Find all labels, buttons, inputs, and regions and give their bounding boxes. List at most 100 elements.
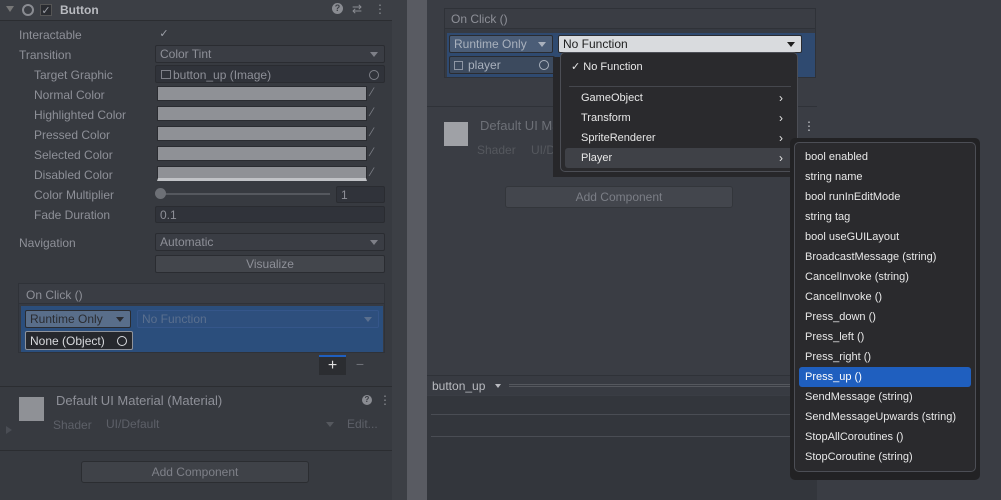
interactable-checkbox[interactable]: ✓ bbox=[158, 28, 170, 40]
eyedropper-icon[interactable]: ⁄ bbox=[371, 105, 373, 119]
submenu-item[interactable]: bool enabled bbox=[799, 147, 971, 167]
submenu-item-label: string name bbox=[805, 171, 863, 183]
add-component-button[interactable]: Add Component bbox=[505, 186, 733, 208]
onclick-entry-row[interactable]: Runtime Only No Function None (Object) bbox=[21, 306, 383, 352]
menu-item-gameobject[interactable]: GameObject › bbox=[565, 88, 793, 108]
component-header[interactable]: ✓ Button ? ⇄ ⋮ bbox=[0, 0, 392, 21]
submenu-item[interactable]: string tag bbox=[799, 207, 971, 227]
submenu-item[interactable]: Press_down () bbox=[799, 307, 971, 327]
function-dropdown[interactable]: No Function bbox=[558, 35, 802, 53]
object-picker-icon[interactable] bbox=[539, 60, 549, 70]
submenu-item-selected[interactable]: Press_up () bbox=[799, 367, 971, 387]
object-field[interactable]: None (Object) bbox=[25, 331, 133, 350]
menu-item-label: Transform bbox=[581, 112, 631, 124]
highlighted-color-label: Highlighted Color bbox=[34, 108, 127, 122]
pressed-color-swatch[interactable] bbox=[157, 126, 367, 141]
eyedropper-icon[interactable]: ⁄ bbox=[371, 125, 373, 139]
submenu-item[interactable]: CancelInvoke (string) bbox=[799, 267, 971, 287]
submenu-item-label: CancelInvoke (string) bbox=[805, 271, 909, 283]
submenu-item[interactable]: Press_right () bbox=[799, 347, 971, 367]
fade-duration-field[interactable]: 0.1 bbox=[155, 206, 385, 223]
submenu-item-label: Press_left () bbox=[805, 331, 865, 343]
submenu-item[interactable]: bool useGUILayout bbox=[799, 227, 971, 247]
kebab-menu-icon[interactable]: ⋮ bbox=[374, 2, 386, 16]
submenu-item[interactable]: BroadcastMessage (string) bbox=[799, 247, 971, 267]
edit-shader-button[interactable]: Edit... bbox=[343, 415, 385, 433]
material-thumbnail bbox=[444, 122, 468, 146]
submenu-item[interactable]: Press_left () bbox=[799, 327, 971, 347]
section-divider bbox=[0, 386, 392, 387]
component-enabled-checkbox[interactable]: ✓ bbox=[40, 4, 52, 17]
presets-icon[interactable]: ⇄ bbox=[352, 2, 362, 16]
menu-item-transform[interactable]: Transform › bbox=[565, 108, 793, 128]
color-multiplier-field[interactable]: 1 bbox=[336, 186, 385, 203]
panel-splitter[interactable] bbox=[407, 0, 427, 500]
runtime-dropdown[interactable]: Runtime Only bbox=[449, 35, 553, 53]
object-value: player bbox=[468, 58, 501, 72]
color-multiplier-slider-thumb[interactable] bbox=[155, 188, 166, 199]
submenu-item[interactable]: StopAllCoroutines () bbox=[799, 427, 971, 447]
add-component-label: Add Component bbox=[151, 465, 239, 479]
runtime-dropdown[interactable]: Runtime Only bbox=[25, 310, 131, 328]
object-picker-icon[interactable] bbox=[369, 70, 379, 80]
function-value: No Function bbox=[142, 312, 207, 326]
add-event-button[interactable]: + bbox=[319, 355, 346, 375]
runtime-value: Runtime Only bbox=[30, 312, 103, 326]
submenu-item[interactable]: StopCoroutine (string) bbox=[799, 447, 971, 467]
target-graphic-field[interactable]: button_up (Image) bbox=[155, 65, 385, 83]
transition-dropdown[interactable]: Color Tint bbox=[155, 45, 385, 63]
submenu-item[interactable]: SendMessageUpwards (string) bbox=[799, 407, 971, 427]
visualize-button[interactable]: Visualize bbox=[155, 255, 385, 273]
object-picker-icon[interactable] bbox=[117, 336, 127, 346]
submenu-item-label: StopAllCoroutines () bbox=[805, 431, 904, 443]
target-graphic-value: button_up (Image) bbox=[173, 68, 272, 82]
navigation-dropdown[interactable]: Automatic bbox=[155, 233, 385, 251]
foldout-arrow-icon[interactable] bbox=[6, 426, 12, 434]
submenu-item[interactable]: CancelInvoke () bbox=[799, 287, 971, 307]
preview-area bbox=[427, 396, 817, 500]
material-thumbnail bbox=[19, 397, 44, 421]
chevron-right-icon: › bbox=[779, 91, 783, 105]
eyedropper-icon[interactable]: ⁄ bbox=[371, 145, 373, 159]
navigation-label: Navigation bbox=[19, 236, 76, 250]
kebab-menu-icon[interactable]: ⋮ bbox=[379, 393, 391, 407]
disabled-color-swatch[interactable] bbox=[157, 166, 367, 181]
object-field[interactable]: player bbox=[449, 56, 555, 74]
remove-event-button[interactable]: − bbox=[348, 355, 372, 375]
submenu-item[interactable]: string name bbox=[799, 167, 971, 187]
shader-value: UI/Default bbox=[106, 417, 160, 431]
submenu-item[interactable]: bool runInEditMode bbox=[799, 187, 971, 207]
preview-drag-handle[interactable] bbox=[509, 384, 799, 387]
interactable-label: Interactable bbox=[19, 28, 82, 42]
selected-color-label: Selected Color bbox=[34, 148, 113, 162]
edit-shader-label: Edit... bbox=[347, 417, 378, 431]
normal-color-swatch[interactable] bbox=[157, 86, 367, 101]
component-icon bbox=[22, 4, 34, 16]
help-icon[interactable]: ? bbox=[332, 3, 343, 14]
help-icon[interactable]: ? bbox=[362, 395, 372, 405]
submenu-item[interactable]: SendMessage (string) bbox=[799, 387, 971, 407]
preview-title[interactable]: button_up bbox=[432, 379, 485, 393]
dropdown-arrow-icon bbox=[495, 384, 501, 388]
material-title: Default UI Ma bbox=[480, 118, 560, 133]
inspector-left: ✓ Button ? ⇄ ⋮ Interactable ✓ Transition… bbox=[0, 0, 392, 500]
eyedropper-icon[interactable]: ⁄ bbox=[371, 165, 373, 179]
gameobject-icon bbox=[454, 61, 463, 70]
kebab-menu-icon[interactable]: ⋮ bbox=[803, 119, 815, 133]
foldout-arrow-icon[interactable] bbox=[6, 6, 14, 12]
menu-item-spriterenderer[interactable]: SpriteRenderer › bbox=[565, 128, 793, 148]
submenu-item-label: bool useGUILayout bbox=[805, 231, 900, 243]
object-value: None (Object) bbox=[30, 334, 105, 348]
remove-event-label: − bbox=[355, 356, 365, 372]
shader-dropdown[interactable]: UI/Default bbox=[102, 415, 340, 433]
add-component-button[interactable]: Add Component bbox=[81, 461, 309, 483]
highlighted-color-swatch[interactable] bbox=[157, 106, 367, 121]
selected-color-swatch[interactable] bbox=[157, 146, 367, 161]
menu-item-player[interactable]: Player › bbox=[565, 148, 793, 168]
color-multiplier-slider-track[interactable] bbox=[160, 193, 330, 195]
menu-item-no-function[interactable]: ✓ No Function bbox=[565, 57, 793, 77]
function-dropdown[interactable]: No Function bbox=[137, 310, 379, 328]
function-menu: ✓ No Function GameObject › Transform › S… bbox=[560, 52, 798, 172]
eyedropper-icon[interactable]: ⁄ bbox=[371, 85, 373, 99]
menu-item-label: Player bbox=[581, 152, 613, 164]
